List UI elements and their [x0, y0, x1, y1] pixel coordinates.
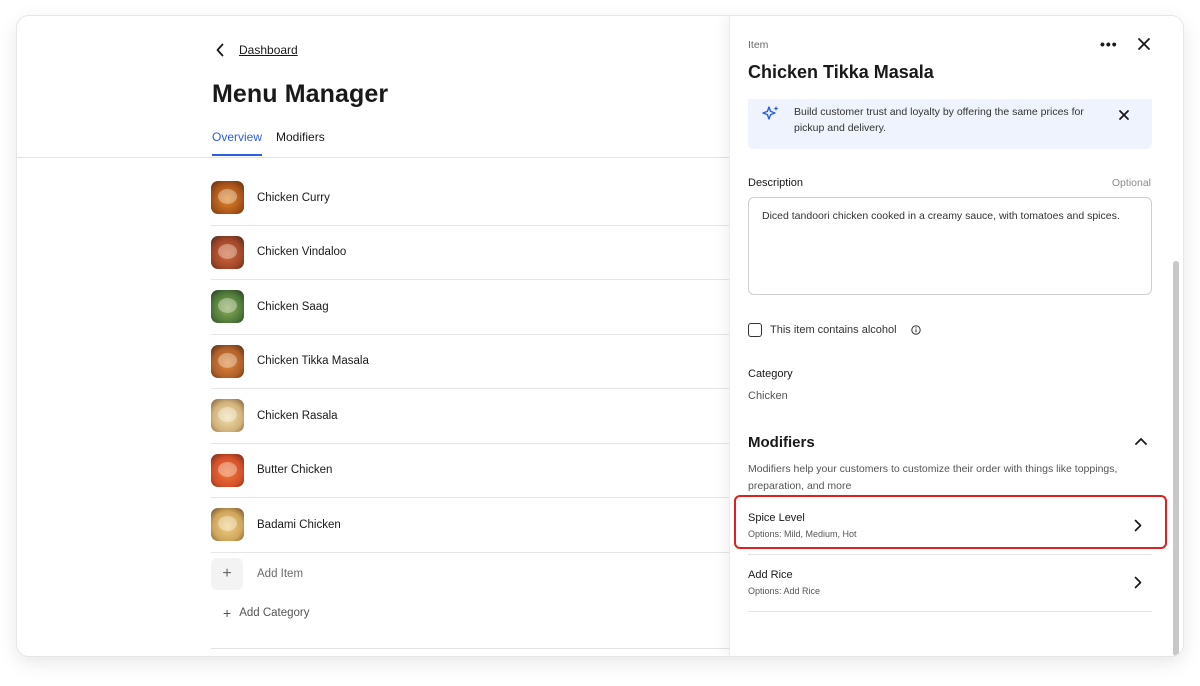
modifier-name: Spice Level: [748, 512, 805, 524]
category-label: Category: [748, 368, 793, 380]
list-item[interactable]: Chicken Saag: [211, 280, 729, 335]
modifiers-description: Modifiers help your customers to customi…: [748, 463, 1118, 492]
category-value: Chicken: [748, 390, 788, 402]
page-title: Menu Manager: [212, 80, 389, 108]
item-name: Chicken Rasala: [257, 409, 338, 422]
item-thumbnail: [211, 235, 244, 269]
menu-item-list: Chicken Curry Chicken Vindaloo Chicken S…: [211, 171, 729, 553]
item-name: Chicken Saag: [257, 300, 329, 313]
chevron-right-icon: [1134, 576, 1142, 589]
alcohol-label: This item contains alcohol: [770, 324, 897, 336]
add-item-button[interactable]: + Add Item: [211, 558, 303, 590]
item-thumbnail: [211, 453, 244, 487]
item-name: Butter Chicken: [257, 464, 333, 477]
item-thumbnail: [211, 344, 244, 378]
modifiers-heading: Modifiers: [748, 434, 815, 451]
breadcrumb: Dashboard: [215, 43, 298, 57]
tab-overview[interactable]: Overview: [212, 130, 263, 156]
optional-label: Optional: [1111, 177, 1151, 189]
item-name: Chicken Vindaloo: [257, 246, 347, 259]
chevron-right-icon: [1134, 519, 1142, 532]
item-name: Chicken Curry: [257, 191, 330, 204]
item-detail-panel: Item ••• Chicken Tikka Masala Build cust…: [729, 16, 1183, 656]
panel-eyebrow: Item: [748, 39, 769, 51]
more-options-icon[interactable]: •••: [1100, 36, 1118, 52]
chevron-left-icon[interactable]: [215, 43, 225, 57]
alcohol-row: This item contains alcohol: [748, 323, 921, 337]
chevron-up-icon[interactable]: [1134, 436, 1148, 446]
list-item[interactable]: Chicken Tikka Masala: [211, 335, 729, 389]
tab-bar: Overview Modifiers: [212, 130, 325, 156]
description-label: Description: [748, 177, 804, 189]
info-icon[interactable]: [910, 325, 921, 335]
item-thumbnail: [211, 181, 244, 215]
back-link-dashboard[interactable]: Dashboard: [239, 43, 298, 57]
panel-scrollbar[interactable]: [1173, 261, 1179, 656]
info-banner: Build customer trust and loyalty by offe…: [748, 99, 1152, 149]
tab-modifiers[interactable]: Modifiers: [276, 130, 325, 156]
modifier-options: Options: Mild, Medium, Hot: [748, 529, 857, 539]
modifier-options: Options: Add Rice: [748, 586, 821, 596]
item-thumbnail: [211, 399, 244, 433]
modifier-row-spice-level[interactable]: Spice Level Options: Mild, Medium, Hot: [748, 500, 1152, 555]
banner-text: Build customer trust and loyalty by offe…: [794, 106, 1084, 134]
list-divider: [211, 648, 729, 649]
sparkle-icon: [762, 106, 779, 120]
add-category-button[interactable]: + Add Category: [223, 605, 310, 621]
panel-title: Chicken Tikka Masala: [748, 62, 934, 82]
plus-icon: +: [223, 605, 232, 621]
list-item[interactable]: Badami Chicken: [211, 498, 729, 553]
close-icon[interactable]: [1136, 36, 1152, 52]
item-name: Badami Chicken: [257, 518, 341, 531]
list-item[interactable]: Butter Chicken: [211, 444, 729, 498]
alcohol-checkbox[interactable]: [748, 323, 762, 337]
modifier-row-add-rice[interactable]: Add Rice Options: Add Rice: [748, 557, 1152, 612]
item-thumbnail: [211, 290, 244, 324]
add-category-label: Add Category: [239, 607, 310, 619]
list-item[interactable]: Chicken Rasala: [211, 389, 729, 444]
list-item[interactable]: Chicken Vindaloo: [211, 226, 729, 280]
item-thumbnail: [211, 508, 244, 542]
close-icon[interactable]: [1118, 109, 1130, 121]
description-field[interactable]: Diced tandoori chicken cooked in a cream…: [748, 197, 1152, 295]
list-item[interactable]: Chicken Curry: [211, 171, 729, 226]
app-window: Dashboard Menu Manager Overview Modifier…: [17, 16, 1183, 656]
modifier-name: Add Rice: [748, 569, 793, 581]
add-item-label: Add Item: [257, 568, 304, 580]
plus-icon: +: [211, 558, 243, 590]
item-name: Chicken Tikka Masala: [257, 355, 369, 368]
header-divider: [17, 157, 729, 158]
